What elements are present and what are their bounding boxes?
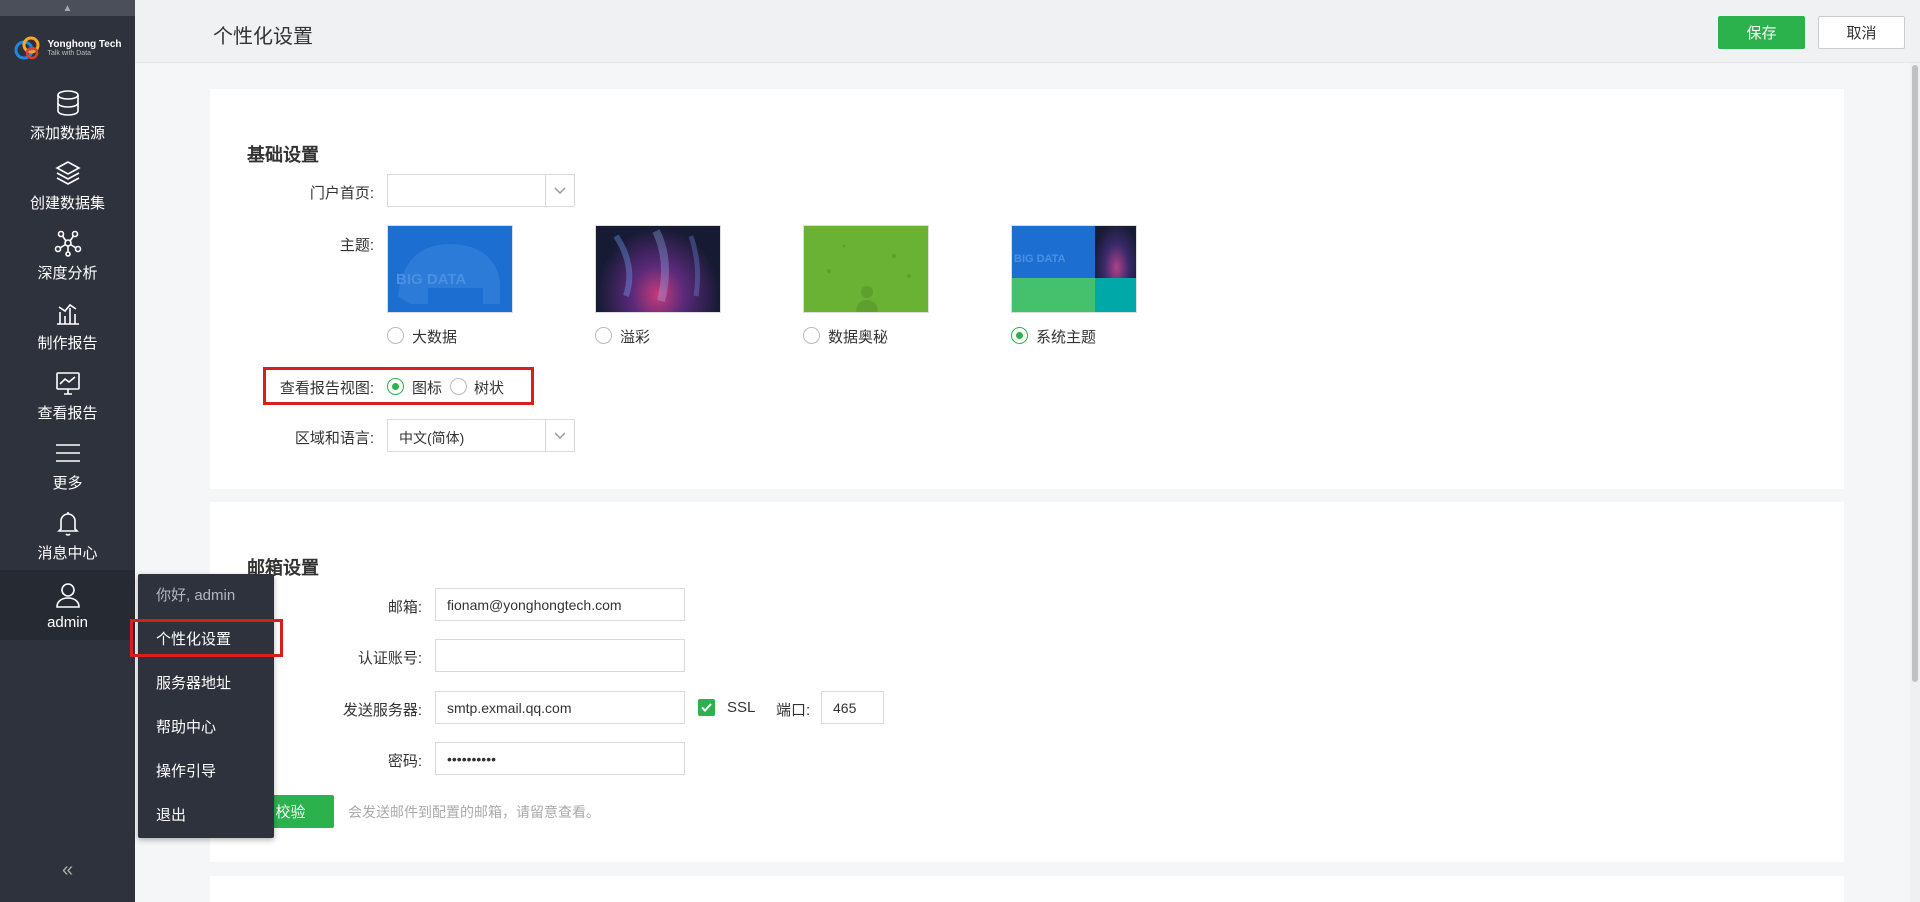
bigdata-elephant-icon: BIG DATA [396, 244, 500, 304]
collapse-sidebar-icon[interactable]: « [0, 859, 135, 882]
theme-thumb-aurora[interactable] [595, 225, 721, 313]
basic-settings-title: 基础设置 [247, 145, 319, 165]
ssl-checkbox[interactable] [698, 699, 715, 716]
auth-account-label: 认证账号: [357, 650, 422, 667]
theme-label-bigdata: 大数据 [412, 329, 458, 346]
menu-item-logout[interactable]: 退出 [138, 794, 274, 838]
sidebar-item-label: admin [47, 613, 88, 631]
sidebar-item-make-report[interactable]: 制作报告 [0, 290, 135, 360]
next-settings-panel [210, 876, 1844, 902]
smtp-server-label: 发送服务器: [342, 702, 422, 719]
sidebar-item-admin[interactable]: admin [0, 570, 135, 640]
ssl-label: SSL [727, 699, 756, 716]
report-view-radio-icon[interactable] [387, 378, 404, 395]
system-thumb-quadrant [1095, 226, 1136, 278]
sidebar-item-view-report[interactable]: 查看报告 [0, 360, 135, 430]
sidebar-item-message-center[interactable]: 消息中心 [0, 500, 135, 570]
mail-settings-panel: 邮箱设置 邮箱: 认证账号: 发送服务器: SSL 端口: 密码: 校验 会发送… [210, 502, 1844, 862]
theme-radio-bigdata[interactable] [387, 327, 404, 344]
page-scrollbar[interactable] [1910, 63, 1920, 902]
save-button[interactable]: 保存 [1718, 16, 1805, 49]
basic-settings-panel: 基础设置 门户首页: 主题: BIG DATA BIG DATA 大数据 溢彩 … [210, 89, 1844, 489]
monitor-chart-icon [55, 371, 80, 395]
locale-value: 中文(简体) [399, 430, 465, 446]
system-thumb-text: BIG DATA [1014, 253, 1066, 265]
sidebar-item-label: 消息中心 [37, 544, 98, 562]
email-label: 邮箱: [387, 599, 422, 616]
theme-radio-system[interactable] [1011, 327, 1028, 344]
port-label: 端口: [776, 702, 811, 719]
report-view-option-tree: 树状 [474, 380, 505, 397]
sidebar-item-create-dataset[interactable]: 创建数据集 [0, 150, 135, 220]
sidebar-item-label: 创建数据集 [29, 194, 105, 212]
scrollbar-thumb[interactable] [1912, 65, 1918, 682]
sidebar-item-more[interactable]: 更多 [0, 430, 135, 500]
sidebar-item-label: 制作报告 [37, 334, 98, 352]
user-icon [55, 582, 80, 608]
logo-tagline: Talk with Data [47, 49, 92, 57]
theme-thumb-data-mystery[interactable] [803, 225, 929, 313]
bell-icon [56, 511, 79, 536]
port-input[interactable] [821, 691, 884, 724]
theme-label-aurora: 溢彩 [620, 329, 651, 346]
silhouette-icon [827, 244, 911, 312]
aurora-icon [613, 229, 701, 302]
portal-home-select[interactable] [387, 174, 575, 207]
locale-select[interactable]: 中文(简体) [387, 419, 575, 452]
sidebar-item-label: 深度分析 [37, 264, 98, 282]
network-icon [54, 230, 81, 257]
menu-item-help-center[interactable]: 帮助中心 [138, 706, 274, 750]
sidebar-item-label: 查看报告 [37, 404, 98, 422]
theme-label-data-mystery: 数据奥秘 [828, 329, 889, 346]
sidebar-item-add-datasource[interactable]: 添加数据源 [0, 80, 135, 150]
report-view-option-icon: 图标 [412, 380, 443, 397]
theme-label-system: 系统主题 [1036, 329, 1097, 346]
menu-item-personalize[interactable]: 个性化设置 [138, 618, 274, 662]
user-greeting: 你好, admin [156, 587, 236, 604]
database-icon [56, 89, 79, 116]
bar-chart-icon [56, 303, 79, 325]
menu-item-guide[interactable]: 操作引导 [138, 750, 274, 794]
chevron-down-icon [545, 175, 574, 206]
theme-label: 主题: [339, 237, 374, 254]
auth-account-input[interactable] [435, 639, 685, 672]
sidebar-item-label: 更多 [52, 474, 83, 492]
chevron-down-icon [545, 420, 574, 451]
user-dropdown-menu: 你好, admin 个性化设置 服务器地址 帮助中心 操作引导 退出 [138, 574, 274, 838]
portal-home-label: 门户首页: [309, 185, 374, 202]
theme-radio-data-mystery[interactable] [803, 327, 820, 344]
system-thumb-quadrant [1012, 278, 1095, 312]
sidebar-item-deep-analysis[interactable]: 深度分析 [0, 220, 135, 290]
email-input[interactable] [435, 588, 685, 621]
system-thumb-quadrant [1095, 278, 1136, 312]
smtp-server-input[interactable] [435, 691, 685, 724]
sidebar: ▲ Yonghong Tech Talk with Data 添加数据源 创建数… [0, 0, 135, 902]
checkmark-icon [701, 703, 712, 712]
sidebar-item-label: 添加数据源 [29, 124, 105, 142]
locale-label: 区域和语言: [294, 430, 374, 447]
system-thumb-bigdata-icon: BIG DATA [1014, 253, 1066, 265]
password-input[interactable] [435, 742, 685, 775]
report-view-radio-tree[interactable] [450, 378, 467, 395]
logo-rings-icon [14, 36, 40, 60]
logo[interactable]: Yonghong Tech Talk with Data [0, 16, 135, 80]
layers-icon [54, 160, 81, 185]
menu-item-server-address[interactable]: 服务器地址 [138, 662, 274, 706]
verify-hint: 会发送邮件到配置的邮箱，请留意查看。 [348, 804, 600, 820]
theme-radio-aurora[interactable] [595, 327, 612, 344]
menu-icon [55, 443, 80, 462]
page-header: 个性化设置 保存 取消 [135, 0, 1920, 63]
system-thumb-quadrant: BIG DATA [1012, 226, 1095, 278]
cancel-button[interactable]: 取消 [1818, 16, 1905, 49]
thumb-bigdata-text: BIG DATA [396, 271, 466, 288]
report-view-label: 查看报告视图: [279, 380, 374, 397]
logo-name: Yonghong Tech [47, 38, 122, 50]
theme-thumb-bigdata[interactable]: BIG DATA [387, 225, 513, 313]
collapse-up-icon[interactable]: ▲ [0, 0, 135, 16]
password-label: 密码: [387, 753, 422, 770]
page-title: 个性化设置 [213, 26, 313, 48]
theme-thumb-system[interactable]: BIG DATA [1011, 225, 1137, 313]
